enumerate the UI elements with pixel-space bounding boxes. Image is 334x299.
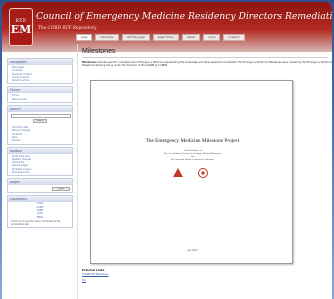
supporters-note: Thank you to all who have contributed to… — [11, 219, 61, 226]
supporters-box: supporters CORD AAEM SAEM ACEP EMRA Than… — [7, 195, 73, 228]
acgme-milestones-link[interactable]: ACGME EM Milestones — [82, 273, 109, 276]
top-link[interactable]: Top — [82, 279, 86, 282]
intro-paragraph: Milestones describe specific competencie… — [82, 61, 332, 68]
forum-link[interactable]: Recent posts — [12, 98, 68, 101]
document-logos-icon — [173, 168, 208, 178]
sidebar: navigation Main page Contents Featured c… — [7, 58, 73, 230]
search-link[interactable]: Donate — [12, 139, 68, 142]
search-box: search Search About the site Recent chan… — [7, 105, 73, 145]
document-title: The Emergency Medicine Milestone Project — [145, 138, 240, 144]
toolbox-link[interactable]: Permanent link — [12, 171, 68, 174]
links-heading: External Links — [82, 268, 105, 272]
forum-box: Forum Forum Recent posts — [7, 86, 73, 104]
toolbox-box: toolbox What links here Related changes … — [7, 146, 73, 177]
pages-box: pages Log in — [7, 178, 73, 194]
site-title: Council of Emergency Medicine Residency … — [36, 11, 332, 22]
tab-delete[interactable]: delete — [182, 34, 201, 41]
site-logo[interactable]: RTF EM — [9, 8, 33, 46]
acgme-logo-icon — [173, 168, 183, 177]
search-input[interactable] — [11, 114, 71, 119]
document-date: July 2012 — [187, 249, 198, 252]
tab-move[interactable]: move — [203, 34, 221, 41]
main-content: Milestones Milestones describe specific … — [77, 44, 332, 299]
page-tabs: page discussion edit this page page hist… — [76, 34, 245, 42]
search-button[interactable]: Search — [33, 119, 47, 124]
milestone-document-image[interactable]: The Emergency Medicine Milestone Project… — [90, 80, 293, 264]
document-sub4: The American Board of Emergency Medicine — [170, 158, 215, 161]
tab-history[interactable]: page history — [152, 34, 180, 41]
nav-link[interactable]: Random article — [12, 79, 68, 82]
browser-page: RTF EM Council of Emergency Medicine Res… — [2, 2, 332, 299]
navigation-box: navigation Main page Contents Featured c… — [7, 58, 73, 85]
intro-text: describe specific competencies in Emerge… — [82, 61, 332, 68]
login-button[interactable]: Log in — [52, 187, 70, 192]
pages-title: pages — [8, 179, 72, 186]
logo-line2: EM — [10, 23, 32, 36]
page-title: Milestones — [82, 48, 328, 58]
site-subtitle: The CORD RTF Repository — [38, 26, 97, 31]
tab-unwatch[interactable]: unwatch — [223, 34, 245, 41]
tab-page[interactable]: page — [76, 34, 93, 41]
tab-edit[interactable]: edit this page — [121, 34, 150, 41]
search-form: Search — [8, 112, 72, 125]
tab-discussion[interactable]: discussion — [95, 34, 119, 41]
